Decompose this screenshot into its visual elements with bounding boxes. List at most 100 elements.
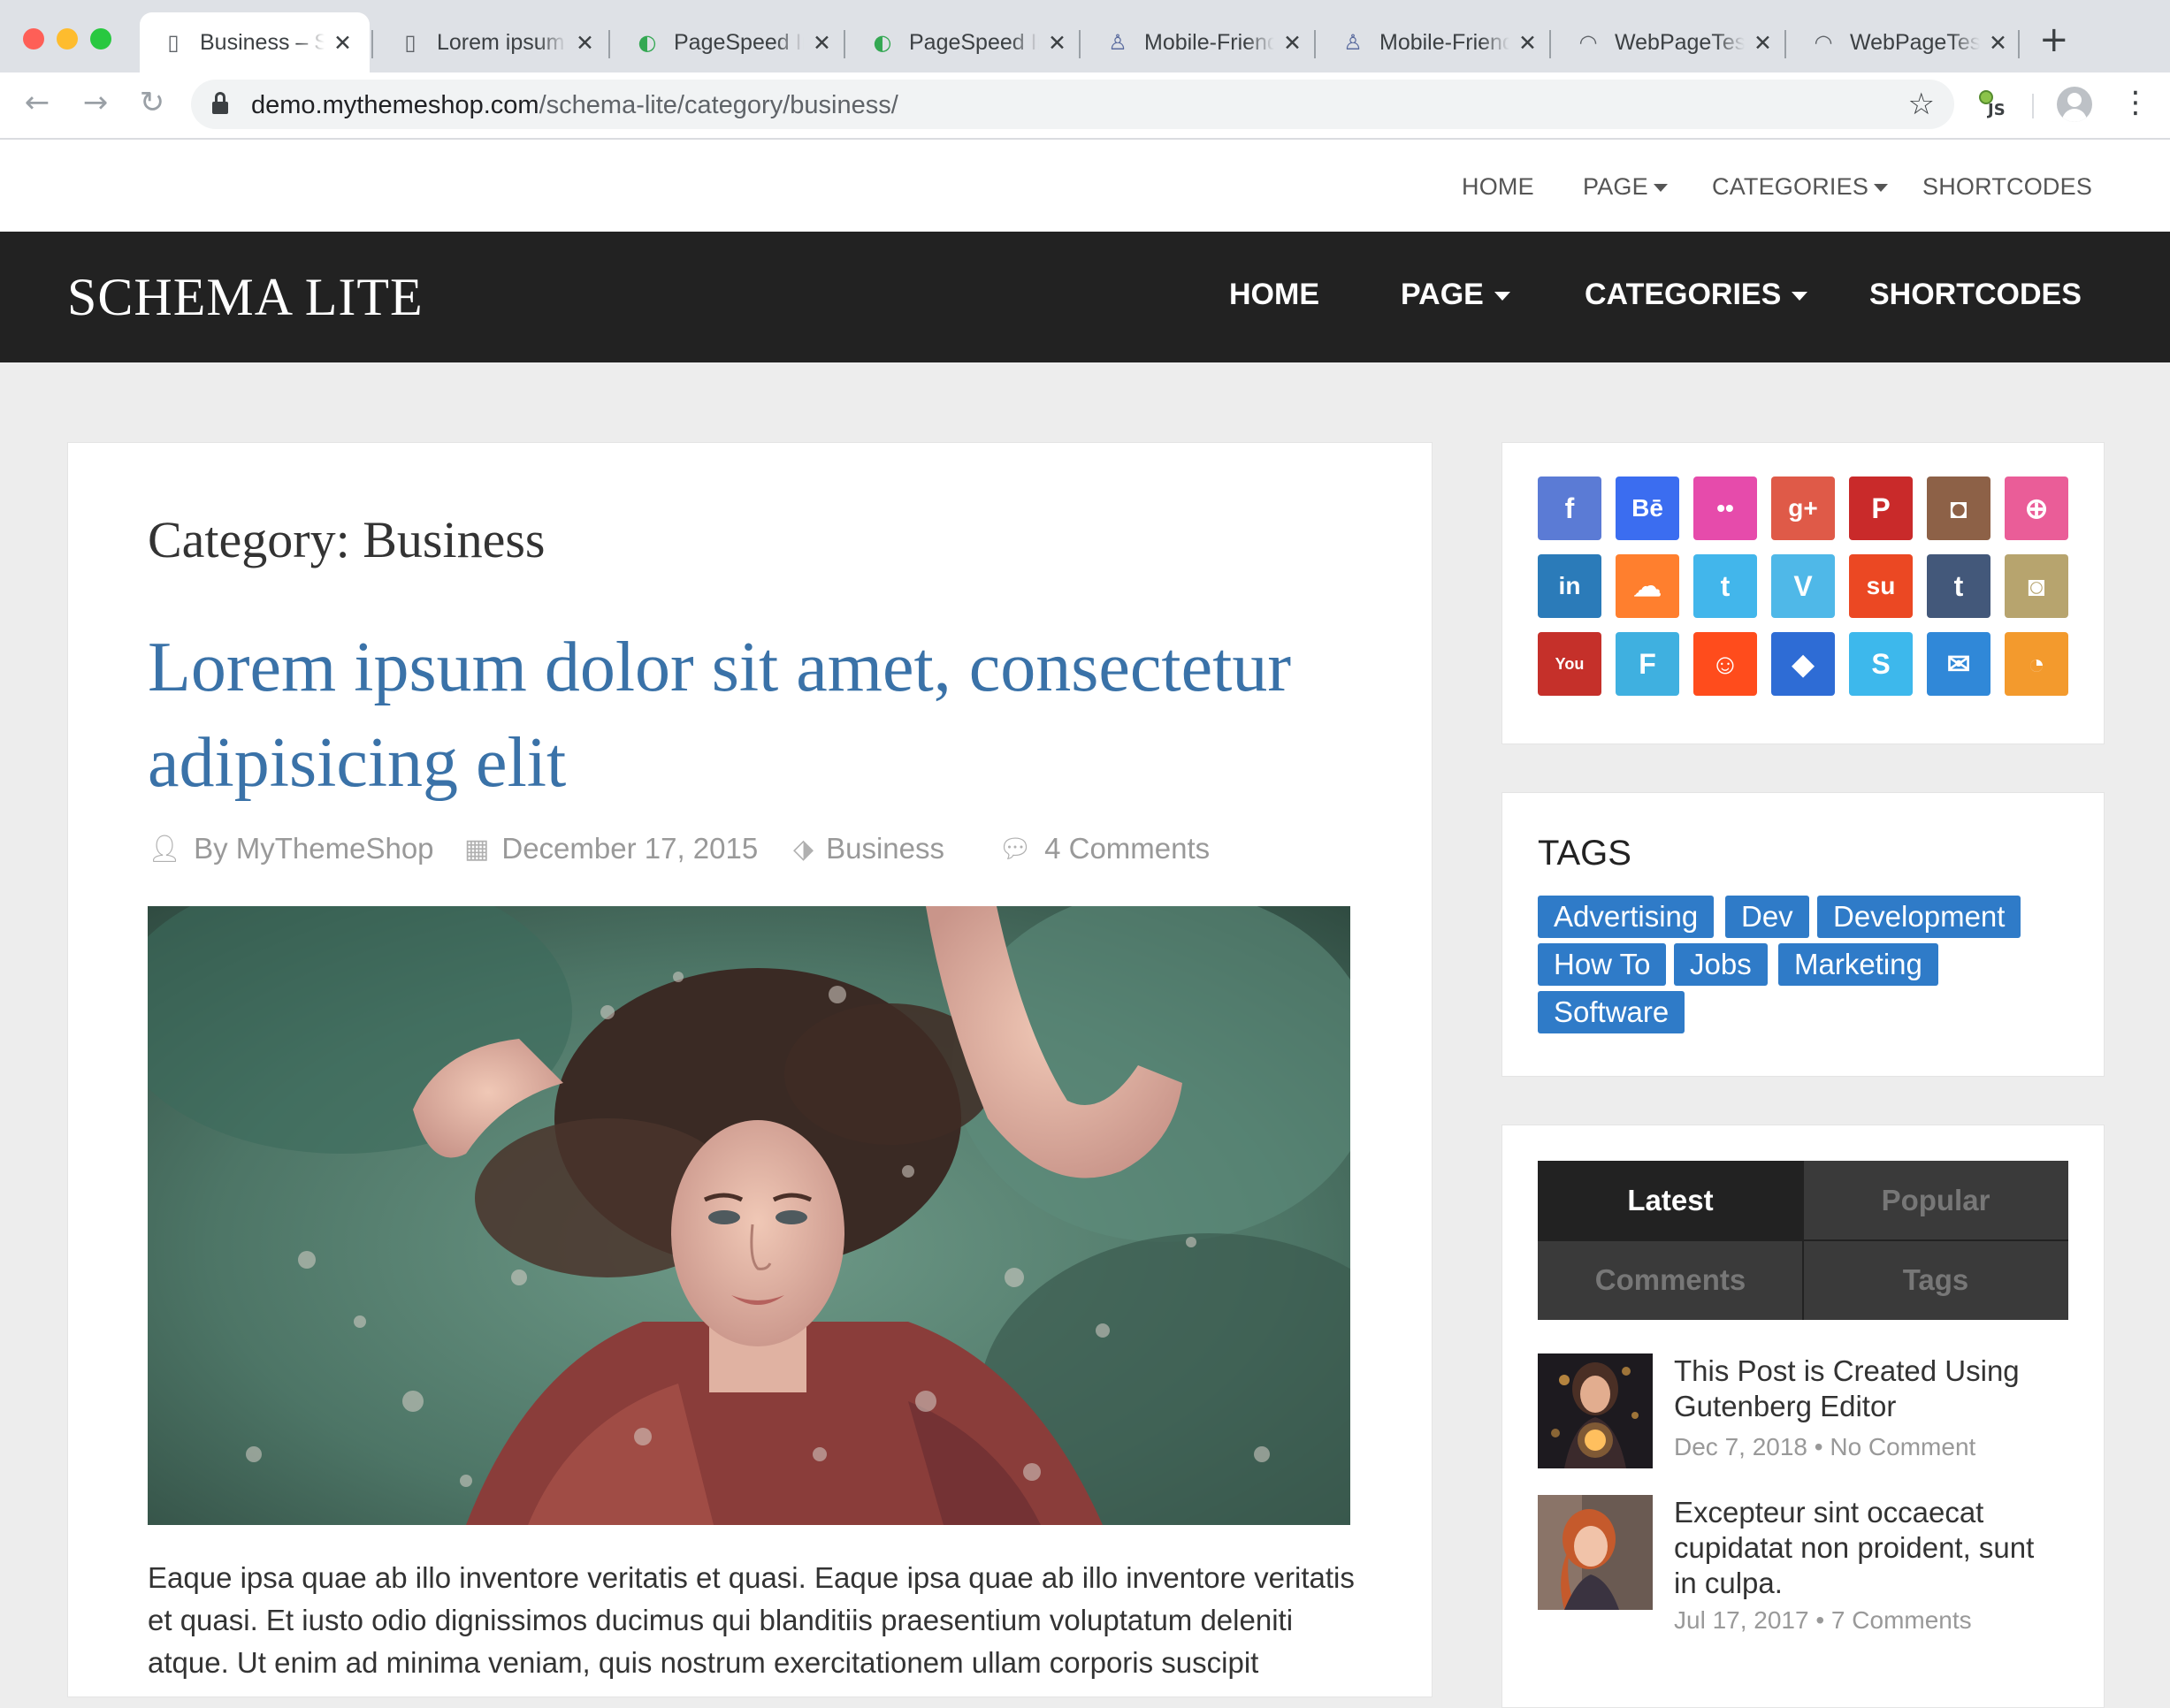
github-glyph: ◙ bbox=[2028, 569, 2045, 602]
tag-software[interactable]: Software bbox=[1538, 991, 1685, 1033]
secondary-nav-categories[interactable]: CATEGORIES bbox=[1712, 173, 1889, 201]
behance-icon[interactable]: Bē bbox=[1616, 477, 1679, 540]
tag-marketing[interactable]: Marketing bbox=[1778, 943, 1938, 986]
close-tab-icon[interactable]: ✕ bbox=[576, 30, 594, 56]
email-icon[interactable]: ✉ bbox=[1927, 632, 1990, 696]
sidebar-post-item[interactable]: Excepteur sint occaecat cupidatat non pr… bbox=[1538, 1495, 2068, 1645]
facebook-glyph: f bbox=[1564, 492, 1575, 524]
post-category[interactable]: ⬗ Business bbox=[793, 832, 944, 865]
foursquare-glyph: F bbox=[1639, 647, 1656, 680]
soundcloud-glyph: ☁ bbox=[1633, 570, 1662, 602]
browser-tab-5[interactable]: ♙ Mobile-Friendly Test ✕ bbox=[1084, 12, 1319, 72]
flickr-icon[interactable]: •• bbox=[1693, 477, 1757, 540]
post-date: ▦ December 17, 2015 bbox=[464, 832, 758, 865]
user-icon: 👤︎ bbox=[148, 833, 182, 865]
site-header: SCHEMA LITE HOME PAGE CATEGORIES SHORTCO… bbox=[0, 232, 2170, 362]
twitter-icon[interactable]: t bbox=[1693, 554, 1757, 618]
instagram-icon[interactable]: ◘ bbox=[1927, 477, 1990, 540]
profile-avatar-icon[interactable] bbox=[2057, 87, 2092, 122]
close-tab-icon[interactable]: ✕ bbox=[333, 30, 352, 56]
close-tab-icon[interactable]: ✕ bbox=[1283, 30, 1302, 56]
close-tab-icon[interactable]: ✕ bbox=[1989, 30, 2007, 56]
youtube-icon[interactable]: You bbox=[1538, 632, 1601, 696]
browser-tab-2[interactable]: ▯ Lorem ipsum ✕ bbox=[377, 12, 612, 72]
soundcloud-icon[interactable]: ☁ bbox=[1616, 554, 1679, 618]
google-plus-glyph: g+ bbox=[1788, 494, 1818, 522]
reddit-icon[interactable]: ☺ bbox=[1693, 632, 1757, 696]
tag-dev[interactable]: Dev bbox=[1725, 896, 1809, 938]
browser-tab-4[interactable]: ◐ PageSpeed Insights ✕ bbox=[849, 12, 1084, 72]
reload-button[interactable]: ↻ bbox=[134, 85, 170, 120]
close-window-button[interactable] bbox=[23, 28, 44, 50]
stumbleupon-icon[interactable]: su bbox=[1849, 554, 1913, 618]
forward-button[interactable]: → bbox=[78, 85, 113, 120]
post-author[interactable]: 👤︎ By MyThemeShop bbox=[148, 832, 434, 865]
site-logo[interactable]: SCHEMA LITE bbox=[67, 267, 424, 328]
foursquare-icon[interactable]: F bbox=[1616, 632, 1679, 696]
close-tab-icon[interactable]: ✕ bbox=[813, 30, 831, 56]
secondary-nav-page[interactable]: PAGE bbox=[1583, 173, 1668, 201]
post-comments[interactable]: 💬︎ 4 Comments bbox=[998, 832, 1210, 865]
new-tab-button[interactable]: + bbox=[2039, 19, 2069, 60]
facebook-icon[interactable]: f bbox=[1538, 477, 1601, 540]
sidebar-post-title[interactable]: This Post is Created Using Gutenberg Edi… bbox=[1674, 1353, 2063, 1424]
browser-tab-6[interactable]: ♙ Mobile-Friendly Test ✕ bbox=[1319, 12, 1555, 72]
comment-icon: 💬︎ bbox=[998, 833, 1033, 865]
close-tab-icon[interactable]: ✕ bbox=[1754, 30, 1772, 56]
main-nav-page[interactable]: PAGE bbox=[1401, 278, 1510, 312]
tab-popular[interactable]: Popular bbox=[1803, 1161, 2068, 1240]
sidebar-post-title[interactable]: Excepteur sint occaecat cupidatat non pr… bbox=[1674, 1495, 2063, 1601]
tag-advertising[interactable]: Advertising bbox=[1538, 896, 1715, 938]
linkedin-icon[interactable]: in bbox=[1538, 554, 1601, 618]
minimize-window-button[interactable] bbox=[57, 28, 78, 50]
secondary-nav-shortcodes[interactable]: SHORTCODES bbox=[1922, 173, 2092, 201]
tab-comments[interactable]: Comments bbox=[1538, 1240, 1803, 1320]
zoom-window-button[interactable] bbox=[90, 28, 111, 50]
main-nav-categories[interactable]: CATEGORIES bbox=[1585, 278, 1808, 312]
tag-how-to[interactable]: How To bbox=[1538, 943, 1667, 986]
close-tab-icon[interactable]: ✕ bbox=[1048, 30, 1066, 56]
tab-tags[interactable]: Tags bbox=[1803, 1240, 2068, 1320]
tumblr-icon[interactable]: t bbox=[1927, 554, 1990, 618]
dribbble-icon[interactable]: ⊕ bbox=[2005, 477, 2068, 540]
tab-separator bbox=[1549, 30, 1551, 58]
secondary-nav-home[interactable]: HOME bbox=[1462, 173, 1534, 201]
vimeo-icon[interactable]: V bbox=[1771, 554, 1835, 618]
main-nav-home[interactable]: HOME bbox=[1229, 278, 1319, 312]
post-thumbnail[interactable] bbox=[1538, 1353, 1653, 1468]
pinterest-icon[interactable]: P bbox=[1849, 477, 1913, 540]
more-menu-icon[interactable]: ⋮ bbox=[2120, 85, 2151, 120]
date-text: December 17, 2015 bbox=[501, 832, 759, 865]
tag-development[interactable]: Development bbox=[1817, 896, 2021, 938]
skype-icon[interactable]: S bbox=[1849, 632, 1913, 696]
bookmark-star-icon[interactable]: ☆ bbox=[1908, 87, 1935, 122]
article-card: Category: Business Lorem ipsum dolor sit… bbox=[67, 442, 1433, 1697]
twitter-glyph: t bbox=[1720, 569, 1731, 602]
browser-tab-7[interactable]: ◠ WebPageTest ✕ bbox=[1555, 12, 1790, 72]
browser-tab-3[interactable]: ◐ PageSpeed Insights ✕ bbox=[614, 12, 849, 72]
featured-image[interactable] bbox=[148, 906, 1350, 1525]
url-text: demo.mythemeshop.com/schema-lite/categor… bbox=[251, 91, 898, 120]
post-thumbnail[interactable] bbox=[1538, 1495, 1653, 1610]
address-bar[interactable]: demo.mythemeshop.com/schema-lite/categor… bbox=[191, 80, 1954, 129]
sidebar-post-item[interactable]: This Post is Created Using Gutenberg Edi… bbox=[1538, 1353, 2068, 1477]
social-widget: f Bē •• g+ P ◘ ⊕ in ☁ t Vsu t ◙ You F ☺ ◆ S ✉ ◔ bbox=[1501, 442, 2105, 744]
tab-latest[interactable]: Latest bbox=[1538, 1161, 1803, 1240]
tags-widget-title: TAGS bbox=[1538, 834, 1631, 873]
browser-tab-8[interactable]: ◠ WebPageTest ✕ bbox=[1790, 12, 2025, 72]
back-button[interactable]: ← bbox=[19, 85, 55, 120]
google-plus-icon[interactable]: g+ bbox=[1771, 477, 1835, 540]
close-tab-icon[interactable]: ✕ bbox=[1518, 30, 1537, 56]
tag-jobs[interactable]: Jobs bbox=[1674, 943, 1768, 986]
github-icon[interactable]: ◙ bbox=[2005, 554, 2068, 618]
nav-label: SHORTCODES bbox=[1869, 278, 2082, 311]
browser-tab-1[interactable]: ▯ Business – Schema Lite ✕ bbox=[140, 12, 370, 72]
js-extension-icon[interactable]: JS bbox=[1977, 90, 2013, 122]
flickr-glyph: •• bbox=[1716, 494, 1734, 522]
rss-icon[interactable]: ◔ bbox=[2005, 632, 2068, 696]
mobile-friendly-icon: ♙ bbox=[1343, 30, 1363, 55]
post-title-link[interactable]: Lorem ipsum dolor sit amet, consectetur … bbox=[148, 620, 1386, 811]
tab-divider bbox=[1538, 1239, 2068, 1241]
dropbox-icon[interactable]: ◆ bbox=[1771, 632, 1835, 696]
main-nav-shortcodes[interactable]: SHORTCODES bbox=[1869, 278, 2082, 312]
